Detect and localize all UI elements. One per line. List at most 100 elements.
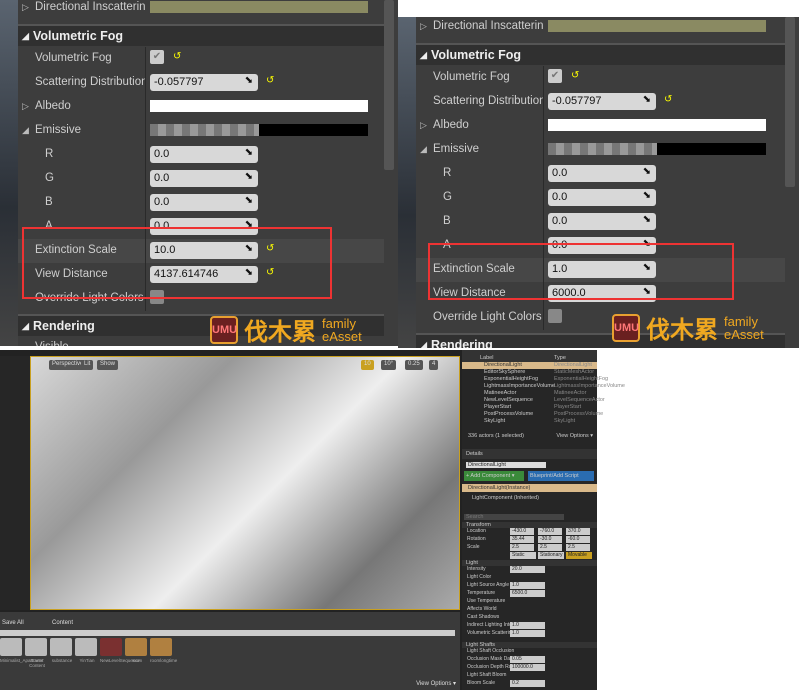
expand-arrow-icon[interactable]: ▷: [22, 101, 29, 112]
content-path[interactable]: Content: [52, 620, 73, 626]
property-value[interactable]: 1.0: [510, 582, 545, 589]
scale-field[interactable]: 2.5: [566, 544, 590, 551]
number-field[interactable]: 0.0: [548, 237, 656, 254]
number-field[interactable]: -0.057797: [150, 74, 258, 91]
outliner-view-options[interactable]: View Options ▾: [556, 433, 593, 439]
property-value[interactable]: 0.2: [510, 680, 545, 687]
number-field[interactable]: -0.057797: [548, 93, 656, 110]
asset-tile[interactable]: roomlongtime: [150, 638, 177, 663]
add-component-button[interactable]: + Add Component ▾: [464, 471, 524, 481]
scale-snap[interactable]: 0.25: [405, 360, 423, 370]
emissive-color-swatch[interactable]: [548, 143, 766, 155]
emissive-color-swatch[interactable]: [150, 124, 368, 136]
checkbox[interactable]: ✔: [548, 309, 562, 323]
outliner-item[interactable]: NewLevelSequence LevelSequenceActor: [462, 397, 605, 404]
asset-tile[interactable]: YinTian: [75, 638, 99, 663]
number-field[interactable]: 0.0: [548, 165, 656, 182]
show-button[interactable]: Show: [97, 360, 119, 370]
reset-to-default-icon[interactable]: ↺: [173, 51, 181, 62]
column-divider: [543, 258, 544, 282]
rotation-field[interactable]: -60.0: [566, 536, 590, 543]
section-header-volumetric-fog[interactable]: ◢ Volumetric Fog: [18, 24, 384, 46]
lit-button[interactable]: Lit: [81, 360, 94, 370]
property-value[interactable]: 0.05: [510, 656, 545, 663]
outliner-item[interactable]: PlayerStart PlayerStart: [462, 404, 597, 411]
collapse-arrow-icon[interactable]: ◢: [420, 144, 427, 155]
asset-tile[interactable]: substance: [50, 638, 74, 663]
angle-snap[interactable]: 10°: [381, 360, 397, 370]
outliner-item[interactable]: SkyLight SkyLight: [462, 418, 597, 425]
mobility-option[interactable]: Movable: [566, 552, 592, 559]
outliner-item[interactable]: EditorSkySphere StaticMeshActor: [462, 369, 597, 376]
checkbox[interactable]: ✔: [150, 290, 164, 304]
view-options[interactable]: View Options ▾: [416, 680, 456, 687]
reset-to-default-icon[interactable]: ↺: [571, 70, 579, 81]
content-search[interactable]: [0, 630, 455, 636]
property-value[interactable]: 6500.0: [510, 590, 545, 597]
color-swatch[interactable]: [548, 119, 766, 131]
viewport[interactable]: Perspective Lit Show 10 10° 0.25 4: [30, 356, 460, 610]
expand-arrow-icon[interactable]: ▷: [420, 21, 427, 32]
property-value[interactable]: 1.0: [510, 630, 545, 637]
label-header[interactable]: Label: [480, 355, 493, 361]
scrollbar[interactable]: [785, 17, 795, 187]
grid-snap[interactable]: 10: [361, 360, 374, 370]
number-field[interactable]: 0.0: [150, 218, 258, 235]
number-field[interactable]: 10.0: [150, 242, 258, 259]
details-search[interactable]: Search: [464, 514, 564, 520]
checkbox[interactable]: ✔: [548, 69, 562, 83]
inscattering-color-swatch[interactable]: [548, 20, 766, 32]
outliner-item[interactable]: MatineeActor MatineeActor: [462, 390, 597, 397]
color-swatch[interactable]: [150, 100, 368, 112]
property-value[interactable]: 20.0: [510, 566, 545, 573]
outliner-item[interactable]: DirectionalLight DirectionalLight: [462, 362, 597, 369]
number-field[interactable]: 0.0: [548, 213, 656, 230]
collapse-arrow-icon[interactable]: ◢: [22, 125, 29, 136]
number-field[interactable]: 0.0: [150, 194, 258, 211]
rotation-field[interactable]: -30.0: [538, 536, 562, 543]
property-label: B: [443, 215, 451, 227]
asset-tile[interactable]: Starter Content: [25, 638, 49, 668]
details-tab[interactable]: Details: [462, 449, 597, 459]
outliner-item[interactable]: PostProcessVolume PostProcessVolume: [462, 411, 603, 418]
actor-name-field[interactable]: DirectionalLight: [466, 462, 546, 468]
expand-arrow-icon[interactable]: ▷: [420, 120, 427, 131]
location-field[interactable]: -430.0: [510, 528, 534, 535]
scrollbar[interactable]: [384, 0, 394, 170]
reset-to-default-icon[interactable]: ↺: [266, 267, 274, 278]
location-field[interactable]: -760.0: [538, 528, 562, 535]
blueprint-button[interactable]: Blueprint/Add Script: [528, 471, 594, 481]
asset-tile[interactable]: NewLevelSequence: [100, 638, 140, 663]
asset-tile[interactable]: Minimalist_Apartment: [0, 638, 43, 663]
instance-item[interactable]: DirectionalLight(Instance): [462, 484, 597, 492]
property-value[interactable]: 1.0: [510, 622, 545, 629]
save-all-button[interactable]: Save All: [2, 620, 24, 626]
reset-to-default-icon[interactable]: ↺: [664, 94, 672, 105]
type-header[interactable]: Type: [554, 355, 566, 361]
location-field[interactable]: 370.0: [566, 528, 590, 535]
component-item[interactable]: LightComponent (Inherited): [462, 492, 597, 504]
expand-arrow-icon[interactable]: ▷: [22, 2, 29, 13]
outliner-item[interactable]: LightmassImportanceVolume LightmassImport…: [462, 383, 625, 390]
outliner-item[interactable]: ExponentialHeightFog ExponentialHeightFog: [462, 376, 608, 383]
property-label: R: [443, 167, 452, 179]
number-field[interactable]: 6000.0: [548, 285, 656, 302]
rotation-field[interactable]: 35.44: [510, 536, 534, 543]
mobility-option[interactable]: Stationary: [538, 552, 564, 559]
mobility-option[interactable]: Static: [510, 552, 536, 559]
scale-field[interactable]: 2.5: [510, 544, 534, 551]
checkbox[interactable]: ✔: [150, 50, 164, 64]
section-header-volumetric-fog[interactable]: ◢ Volumetric Fog: [416, 43, 785, 65]
number-field[interactable]: 1.0: [548, 261, 656, 278]
number-field[interactable]: 0.0: [150, 146, 258, 163]
property-value[interactable]: 100000.0: [510, 664, 545, 671]
camera-speed[interactable]: 4: [429, 360, 439, 370]
asset-tile[interactable]: room: [125, 638, 149, 663]
number-field[interactable]: 0.0: [548, 189, 656, 206]
number-field[interactable]: 0.0: [150, 170, 258, 187]
reset-to-default-icon[interactable]: ↺: [266, 75, 274, 86]
reset-to-default-icon[interactable]: ↺: [266, 243, 274, 254]
inscattering-color-swatch[interactable]: [150, 1, 368, 13]
number-field[interactable]: 4137.614746: [150, 266, 258, 283]
scale-field[interactable]: 2.5: [538, 544, 562, 551]
